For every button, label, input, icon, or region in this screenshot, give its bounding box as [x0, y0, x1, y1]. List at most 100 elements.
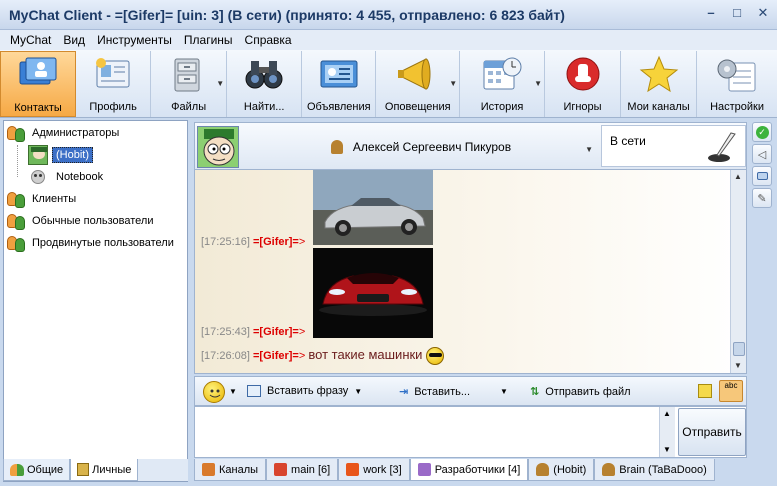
contact-notebook[interactable]: Notebook [28, 167, 103, 187]
pin-button[interactable]: ✎ [752, 188, 772, 208]
insert-phrase-button[interactable]: Вставить фразу ▼ [247, 385, 362, 397]
tab-label: Каналы [219, 463, 259, 476]
message-time: [17:25:43] [201, 326, 250, 338]
group-clients[interactable]: Клиенты [6, 189, 76, 209]
user-group-icon [6, 212, 28, 230]
toolbar-notifications-button[interactable]: Оповещения ▼ [376, 51, 461, 117]
sound-button[interactable]: ◁ [752, 144, 772, 164]
scroll-up-icon[interactable]: ▲ [734, 172, 742, 181]
dropdown-arrow-icon[interactable]: ▼ [216, 79, 224, 88]
chat-tabs: Каналы main [6] work [3] Разработчики [4… [194, 458, 777, 482]
message-arrow: > [298, 326, 306, 338]
tab-label: main [6] [291, 463, 331, 476]
tab-work[interactable]: work [3] [338, 459, 410, 481]
toolbar-label: Контакты [14, 102, 62, 114]
scroll-down-icon[interactable]: ▼ [734, 361, 742, 370]
message-arrow: > [298, 236, 306, 248]
spellcheck-icon[interactable]: abc [719, 380, 743, 402]
stop-icon [561, 55, 605, 93]
message-arrow: > [298, 350, 306, 362]
menu-plugins[interactable]: Плагины [178, 30, 239, 50]
toolbar-my-channels-button[interactable]: Мои каналы [621, 51, 698, 117]
group-label: Обычные пользователи [32, 215, 154, 227]
maximize-button[interactable]: □ [729, 5, 745, 21]
contact-selector[interactable]: Алексей Сергеевич Пикуров ▼ [245, 127, 597, 167]
send-button[interactable]: Отправить [678, 408, 746, 456]
note-icon[interactable] [698, 384, 712, 398]
smiley-dropdown-icon[interactable]: ▼ [229, 387, 237, 396]
insert-icon: ⇥ [399, 386, 409, 398]
contact-hobit[interactable]: (Hobit) [28, 145, 94, 165]
users-icon [10, 463, 24, 476]
user-icon [536, 463, 550, 476]
scrollbar-thumb[interactable] [733, 342, 745, 356]
tab-hobit[interactable]: (Hobit) [528, 459, 595, 481]
tab-main[interactable]: main [6] [266, 459, 339, 481]
group-regular-users[interactable]: Обычные пользователи [6, 211, 154, 231]
message-nick[interactable]: =[Gifer]= [253, 350, 299, 362]
window-button[interactable] [752, 166, 772, 186]
toolbar-announcements-button[interactable]: Объявления [302, 51, 377, 117]
group-label: Продвинутые пользователи [32, 237, 174, 249]
tab-channels[interactable]: Каналы [194, 459, 267, 481]
toolbar-history-button[interactable]: История ▼ [460, 51, 545, 117]
tab-brain[interactable]: Brain (TaBaDooo) [594, 459, 715, 481]
toolbar-search-button[interactable]: Найти... [227, 51, 303, 117]
scroll-down-icon[interactable]: ▼ [663, 445, 671, 454]
menu-tools[interactable]: Инструменты [91, 30, 178, 50]
contact-header: Алексей Сергеевич Пикуров ▼ В сети [194, 122, 747, 170]
user-group-icon [6, 234, 28, 252]
car-image-red[interactable] [313, 248, 433, 338]
avatar-icon [28, 145, 48, 165]
car-image-silver[interactable] [313, 170, 433, 245]
tab-common[interactable]: Общие [3, 459, 71, 481]
transfer-icon: ⇅ [530, 386, 540, 398]
dropdown-arrow-icon[interactable]: ▼ [534, 79, 542, 88]
contact-status: В сети [610, 134, 646, 148]
user-group-icon [6, 124, 28, 142]
minimize-button[interactable]: – [703, 5, 719, 21]
calendar-icon [480, 55, 524, 93]
tab-personal[interactable]: Личные [70, 459, 139, 481]
insert-button[interactable]: ⇥ Вставить... ▼ [399, 385, 508, 399]
smiley-button[interactable] [203, 381, 225, 403]
toolbar-contacts-button[interactable]: Контакты [0, 51, 77, 117]
tab-developers[interactable]: Разработчики [4] [409, 459, 529, 481]
close-button[interactable]: ✕ [755, 5, 771, 21]
toolbar-profile-button[interactable]: Профиль [76, 51, 152, 117]
scroll-up-icon[interactable]: ▲ [663, 409, 671, 418]
message-text: вот такие машинки [308, 347, 423, 362]
tab-label: Разработчики [4] [434, 463, 521, 476]
message-time: [17:25:16] [201, 236, 250, 248]
gift-icon [274, 463, 288, 476]
menu-help[interactable]: Справка [239, 30, 298, 50]
message-nick[interactable]: =[Gifer]= [253, 236, 299, 248]
toolbar-settings-button[interactable]: Настройки [697, 51, 777, 117]
window-controls: – □ ✕ [703, 5, 771, 21]
contact-list-tabs: Общие Личные [3, 459, 188, 481]
gift-icon [417, 463, 431, 476]
toolbar-ignore-button[interactable]: Игноры [545, 51, 622, 117]
group-administrators[interactable]: Администраторы [6, 123, 119, 143]
toolbar-files-button[interactable]: Файлы ▼ [151, 51, 228, 117]
chat-scrollbar[interactable]: ▲ ▼ [730, 170, 746, 373]
menu-mychat[interactable]: MyChat [4, 30, 57, 50]
status-online-button[interactable]: ✓ [752, 122, 772, 142]
toolbar-label: Оповещения [384, 101, 451, 113]
toolbar-label: Игноры [563, 101, 602, 113]
chat-message: [17:26:08] =[Gifer]=> вот такие машинки [201, 347, 444, 366]
dropdown-arrow-icon[interactable]: ▼ [449, 79, 457, 88]
group-advanced-users[interactable]: Продвинутые пользователи [6, 233, 174, 253]
tab-label: work [3] [363, 463, 402, 476]
settings-icon [715, 55, 759, 93]
menu-view[interactable]: Вид [57, 30, 91, 50]
input-scrollbar[interactable]: ▲ ▼ [659, 407, 675, 457]
chevron-down-icon[interactable]: ▼ [585, 145, 593, 154]
message-nick[interactable]: =[Gifer]= [253, 326, 299, 338]
send-file-button[interactable]: ⇅ Отправить файл [530, 385, 631, 399]
home-icon [202, 463, 215, 476]
title-bar: MyChat Client - =[Gifer]= [uin: 3] (В се… [0, 0, 777, 30]
chat-history[interactable]: [17:25:16] =[Gifer]=> [17:25:43] =[Gifer… [194, 170, 747, 374]
group-label: Клиенты [32, 193, 77, 205]
user-icon [602, 463, 616, 476]
